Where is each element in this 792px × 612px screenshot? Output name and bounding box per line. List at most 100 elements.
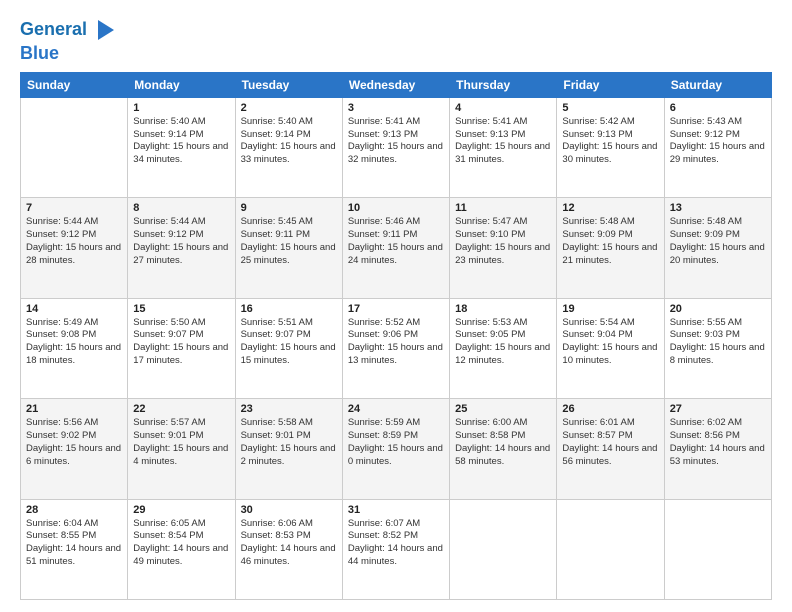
sunset-text: Sunset: 9:05 PM xyxy=(455,329,525,340)
cell-date: 26 xyxy=(562,403,658,415)
cell-info: Sunrise: 5:48 AMSunset: 9:09 PMDaylight:… xyxy=(562,216,658,267)
sunset-text: Sunset: 9:07 PM xyxy=(241,329,311,340)
cell-info: Sunrise: 5:52 AMSunset: 9:06 PM Daylight:… xyxy=(348,317,444,368)
calendar-cell: 2Sunrise: 5:40 AMSunset: 9:14 PMDaylight… xyxy=(235,97,342,197)
weekday-tuesday: Tuesday xyxy=(235,72,342,97)
cell-date: 6 xyxy=(670,102,766,114)
sunrise-text: Sunrise: 5:50 AM xyxy=(133,317,205,328)
daylight-text: Daylight: 15 hours and 27 minutes. xyxy=(133,242,228,266)
calendar-cell: 27Sunrise: 6:02 AMSunset: 8:56 PMDayligh… xyxy=(664,399,771,499)
daylight-text: Daylight: 15 hours and 25 minutes. xyxy=(241,242,336,266)
calendar-cell: 13Sunrise: 5:48 AMSunset: 9:09 PMDayligh… xyxy=(664,198,771,298)
sunrise-text: Sunrise: 5:44 AM xyxy=(133,216,205,227)
calendar-cell: 25Sunrise: 6:00 AMSunset: 8:58 PMDayligh… xyxy=(450,399,557,499)
cell-date: 20 xyxy=(670,303,766,315)
daylight-text: Daylight: 15 hours and 13 minutes. xyxy=(348,342,443,366)
calendar-cell: 12Sunrise: 5:48 AMSunset: 9:09 PMDayligh… xyxy=(557,198,664,298)
cell-date: 29 xyxy=(133,504,229,516)
sunset-text: Sunset: 9:08 PM xyxy=(26,329,96,340)
cell-info: Sunrise: 5:50 AMSunset: 9:07 PMDaylight:… xyxy=(133,317,229,368)
calendar-cell: 15Sunrise: 5:50 AMSunset: 9:07 PMDayligh… xyxy=(128,298,235,398)
weekday-wednesday: Wednesday xyxy=(342,72,449,97)
calendar-cell: 21 Sunrise: 5:56 AMSunset: 9:02 PMDayligh… xyxy=(21,399,128,499)
calendar-cell: 24 Sunrise: 5:59 AMSunset: 8:59 PMDayligh… xyxy=(342,399,449,499)
cell-info: Sunrise: 5:46 AMSunset: 9:11 PMDaylight:… xyxy=(348,216,444,267)
calendar-cell: 7 Sunrise: 5:44 AM Sunset: 9:12 PM Daylight… xyxy=(21,198,128,298)
sunrise-text: Sunrise: 5:56 AM xyxy=(26,417,98,428)
cell-date: 4 xyxy=(455,102,551,114)
cell-date: 28 xyxy=(26,504,122,516)
sunset-text: Sunset: 9:06 PM xyxy=(348,329,418,340)
daylight-text: Daylight: 14 hours and 56 minutes. xyxy=(562,443,657,467)
calendar-cell: 22Sunrise: 5:57 AMSunset: 9:01 PMDayligh… xyxy=(128,399,235,499)
cell-date: 21 xyxy=(26,403,122,415)
daylight-text: Daylight: 15 hours and 18 minutes. xyxy=(26,342,121,366)
daylight-text: Daylight: 15 hours and 34 minutes. xyxy=(133,141,228,165)
cell-date: 22 xyxy=(133,403,229,415)
cell-info: Sunrise: 5:44 AMSunset: 9:12 PMDaylight:… xyxy=(133,216,229,267)
sunset-text: Sunset: 9:13 PM xyxy=(348,129,418,140)
logo: General Blue xyxy=(20,16,118,64)
cell-date: 5 xyxy=(562,102,658,114)
sunset-text: Sunset: 9:12 PM xyxy=(26,229,96,240)
cell-info: Sunrise: 5:40 AMSunset: 9:14 PMDaylight:… xyxy=(241,116,337,167)
daylight-text: Daylight: 14 hours and 46 minutes. xyxy=(241,543,336,567)
sunset-text: Sunset: 8:58 PM xyxy=(455,430,525,441)
logo-blue: Blue xyxy=(20,44,118,64)
cell-date: 14 xyxy=(26,303,122,315)
sunset-text: Sunset: 8:53 PM xyxy=(241,530,311,541)
cell-info: Sunrise: 6:00 AMSunset: 8:58 PMDaylight:… xyxy=(455,417,551,468)
sunrise-text: Sunrise: 6:02 AM xyxy=(670,417,742,428)
daylight-text: Daylight: 15 hours and 2 minutes. xyxy=(241,443,336,467)
sunset-text: Sunset: 9:14 PM xyxy=(133,129,203,140)
sunrise-text: Sunrise: 5:44 AM xyxy=(26,216,98,227)
calendar-cell xyxy=(557,499,664,599)
daylight-text: Daylight: 15 hours and 28 minutes. xyxy=(26,242,121,266)
daylight-text: Daylight: 14 hours and 51 minutes. xyxy=(26,543,121,567)
cell-date: 9 xyxy=(241,202,337,214)
calendar-cell: 3Sunrise: 5:41 AMSunset: 9:13 PMDaylight… xyxy=(342,97,449,197)
cell-info: Sunrise: 5:43 AMSunset: 9:12 PMDaylight:… xyxy=(670,116,766,167)
sunrise-text: Sunrise: 5:57 AM xyxy=(133,417,205,428)
weekday-monday: Monday xyxy=(128,72,235,97)
cell-date: 24 xyxy=(348,403,444,415)
sunrise-text: Sunrise: 5:53 AM xyxy=(455,317,527,328)
daylight-text: Daylight: 15 hours and 23 minutes. xyxy=(455,242,550,266)
cell-info: Sunrise: 5:44 AM Sunset: 9:12 PM Daylight:… xyxy=(26,216,122,267)
calendar-cell: 20 Sunrise: 5:55 AMSunset: 9:03 PMDayligh… xyxy=(664,298,771,398)
cell-info: Sunrise: 6:01 AMSunset: 8:57 PMDaylight:… xyxy=(562,417,658,468)
calendar-cell: 28 Sunrise: 6:04 AMSunset: 8:55 PM Dayligh… xyxy=(21,499,128,599)
sunset-text: Sunset: 9:09 PM xyxy=(562,229,632,240)
logo-text: General xyxy=(20,20,87,40)
sunrise-text: Sunrise: 5:41 AM xyxy=(455,116,527,127)
cell-date: 19 xyxy=(562,303,658,315)
daylight-text: Daylight: 15 hours and 6 minutes. xyxy=(26,443,121,467)
daylight-text: Daylight: 15 hours and 29 minutes. xyxy=(670,141,765,165)
weekday-saturday: Saturday xyxy=(664,72,771,97)
sunrise-text: Sunrise: 6:01 AM xyxy=(562,417,634,428)
daylight-text: Daylight: 15 hours and 31 minutes. xyxy=(455,141,550,165)
daylight-text: Daylight: 15 hours and 4 minutes. xyxy=(133,443,228,467)
cell-info: Sunrise: 5:49 AMSunset: 9:08 PMDaylight:… xyxy=(26,317,122,368)
cell-info: Sunrise: 5:55 AMSunset: 9:03 PMDaylight:… xyxy=(670,317,766,368)
calendar-week-5: 28 Sunrise: 6:04 AMSunset: 8:55 PM Dayligh… xyxy=(21,499,772,599)
calendar-cell: 16Sunrise: 5:51 AMSunset: 9:07 PMDayligh… xyxy=(235,298,342,398)
cell-date: 17 xyxy=(348,303,444,315)
sunrise-text: Sunrise: 5:52 AM xyxy=(348,317,420,328)
weekday-friday: Friday xyxy=(557,72,664,97)
cell-date: 11 xyxy=(455,202,551,214)
cell-info: Sunrise: 5:59 AMSunset: 8:59 PMDaylight:… xyxy=(348,417,444,468)
cell-info: Sunrise: 5:42 AMSunset: 9:13 PMDaylight:… xyxy=(562,116,658,167)
sunrise-text: Sunrise: 5:40 AM xyxy=(133,116,205,127)
sunrise-text: Sunrise: 5:48 AM xyxy=(562,216,634,227)
daylight-text: Daylight: 15 hours and 15 minutes. xyxy=(241,342,336,366)
cell-info: Sunrise: 5:56 AMSunset: 9:02 PMDaylight:… xyxy=(26,417,122,468)
cell-date: 8 xyxy=(133,202,229,214)
sunset-text: Sunset: 8:55 PM xyxy=(26,530,96,541)
sunrise-text: Sunrise: 6:04 AM xyxy=(26,518,98,529)
cell-date: 7 xyxy=(26,202,122,214)
sunset-text: Sunset: 9:14 PM xyxy=(241,129,311,140)
daylight-text: Daylight: 15 hours and 10 minutes. xyxy=(562,342,657,366)
cell-info: Sunrise: 5:51 AMSunset: 9:07 PMDaylight:… xyxy=(241,317,337,368)
sunset-text: Sunset: 9:10 PM xyxy=(455,229,525,240)
